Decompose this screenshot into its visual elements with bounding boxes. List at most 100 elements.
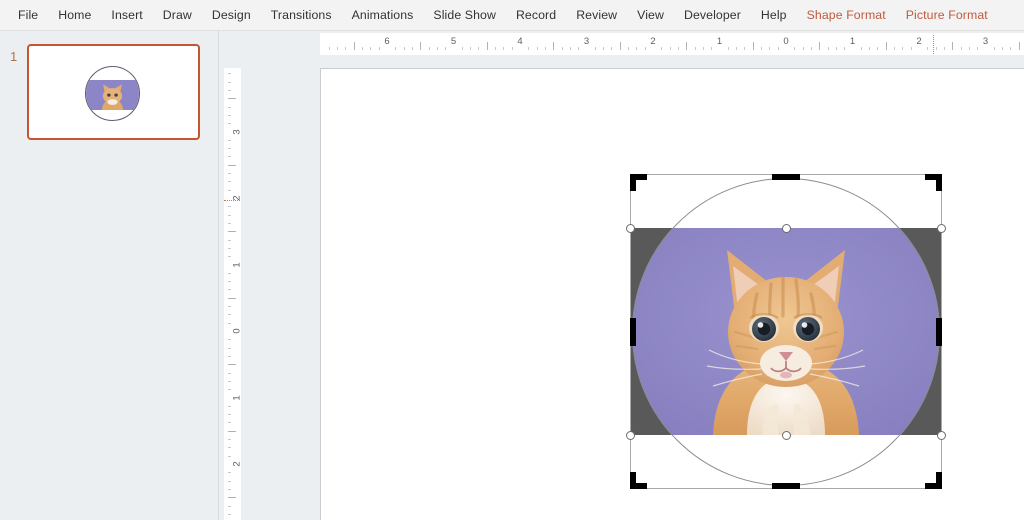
ribbon-tab-shape-format[interactable]: Shape Format	[797, 0, 896, 31]
vruler-tick	[228, 406, 231, 407]
ribbon-tab-insert[interactable]: Insert	[101, 0, 152, 31]
hruler-tick	[620, 42, 621, 50]
vruler-tick	[228, 298, 236, 299]
hruler-tick	[794, 47, 795, 50]
slide-thumbnail-1[interactable]: 1	[0, 44, 218, 144]
vruler-tick	[228, 314, 231, 315]
hruler-tick	[911, 47, 912, 50]
slide-thumbnail-frame[interactable]	[27, 44, 200, 140]
ribbon-tab-help[interactable]: Help	[751, 0, 797, 31]
crop-handle-middle-right[interactable]	[936, 318, 942, 346]
hruler-tick	[944, 47, 945, 50]
crop-handle-bottom-center[interactable]	[772, 483, 800, 489]
hruler-tick	[562, 47, 563, 50]
vruler-tick	[228, 431, 236, 432]
ribbon-tab-view[interactable]: View	[627, 0, 674, 31]
vruler-label-0: 3	[232, 126, 242, 138]
ribbon-tab-review[interactable]: Review	[566, 0, 627, 31]
crop-handle-top-right[interactable]	[925, 174, 942, 191]
sizing-handle-top-center[interactable]	[782, 224, 791, 233]
hruler-tick	[961, 47, 962, 50]
sizing-handle-bottom-center[interactable]	[782, 431, 791, 440]
hruler-object-marker	[933, 35, 935, 54]
hruler-tick	[345, 47, 346, 50]
vruler-tick	[228, 90, 231, 91]
vruler-tick	[228, 223, 231, 224]
hruler-label-7: 1	[849, 36, 856, 47]
ribbon-tab-animations[interactable]: Animations	[342, 0, 424, 31]
slide-canvas[interactable]	[320, 68, 1024, 520]
vruler-tick	[228, 422, 231, 423]
sizing-handle-bottom-right[interactable]	[937, 431, 946, 440]
vruler-tick	[228, 156, 231, 157]
crop-handle-top-center[interactable]	[772, 174, 800, 180]
horizontal-ruler[interactable]: 6 5 4 3 2 1 0 1 2 3	[320, 33, 1024, 55]
sizing-handle-bottom-left[interactable]	[626, 431, 635, 440]
hruler-tick	[528, 47, 529, 50]
vruler-tick	[228, 381, 231, 382]
hruler-tick	[437, 47, 438, 50]
hruler-tick	[977, 47, 978, 50]
hruler-tick	[828, 47, 829, 50]
vruler-tick	[228, 514, 231, 515]
vruler-tick	[228, 447, 231, 448]
hruler-tick	[628, 47, 629, 50]
vruler-tick	[228, 439, 231, 440]
slide-thumbnail-panel[interactable]: 1	[0, 31, 218, 520]
vruler-tick	[228, 414, 231, 415]
hruler-tick	[869, 47, 870, 50]
hruler-tick	[711, 47, 712, 50]
hruler-tick	[420, 42, 421, 50]
hruler-tick	[478, 47, 479, 50]
crop-handle-top-left[interactable]	[630, 174, 647, 191]
picture-selection-group[interactable]	[626, 174, 946, 489]
vruler-tick	[228, 356, 231, 357]
hruler-tick	[553, 42, 554, 50]
hruler-tick	[329, 47, 330, 50]
ribbon-tab-slide-show[interactable]: Slide Show	[423, 0, 506, 31]
hruler-tick	[736, 47, 737, 50]
hruler-label-5: 1	[716, 36, 723, 47]
ribbon-tab-draw[interactable]: Draw	[153, 0, 202, 31]
hruler-tick	[503, 47, 504, 50]
hruler-tick	[695, 47, 696, 50]
hruler-tick	[877, 47, 878, 50]
hruler-tick	[744, 47, 745, 50]
sizing-handle-top-left[interactable]	[626, 224, 635, 233]
hruler-tick	[337, 47, 338, 50]
crop-handle-bottom-left[interactable]	[630, 472, 647, 489]
vruler-tick	[228, 323, 231, 324]
vruler-tick	[228, 481, 231, 482]
ribbon-tab-picture-format[interactable]: Picture Format	[896, 0, 998, 31]
vruler-tick	[228, 489, 231, 490]
ribbon-tab-bar: File Home Insert Draw Design Transitions Anima…	[0, 0, 1024, 31]
hruler-label-1: 5	[450, 36, 457, 47]
crop-handle-middle-left[interactable]	[630, 318, 636, 346]
ribbon-tab-transitions[interactable]: Transitions	[261, 0, 342, 31]
vruler-tick	[228, 190, 231, 191]
vruler-tick	[228, 273, 231, 274]
vruler-tick	[228, 173, 231, 174]
hruler-tick	[595, 47, 596, 50]
hruler-tick	[487, 42, 488, 50]
vruler-label-4: 1	[232, 392, 242, 404]
ribbon-tab-design[interactable]: Design	[202, 0, 261, 31]
vruler-tick	[228, 215, 231, 216]
hruler-tick	[678, 47, 679, 50]
ribbon-tab-record[interactable]: Record	[506, 0, 566, 31]
hruler-tick	[894, 47, 895, 50]
ribbon-tab-developer[interactable]: Developer	[674, 0, 751, 31]
hruler-tick	[661, 47, 662, 50]
hruler-tick	[412, 47, 413, 50]
sizing-handle-top-right[interactable]	[937, 224, 946, 233]
vertical-ruler[interactable]: 3 2 1 0 1 2	[224, 68, 241, 520]
ribbon-tab-file[interactable]: File	[0, 0, 48, 31]
vruler-tick	[228, 497, 236, 498]
hruler-tick	[470, 47, 471, 50]
crop-handle-bottom-right[interactable]	[925, 472, 942, 489]
ribbon-tab-home[interactable]: Home	[48, 0, 101, 31]
hruler-tick	[370, 47, 371, 50]
hruler-tick	[636, 47, 637, 50]
hruler-tick	[462, 47, 463, 50]
hruler-tick	[969, 47, 970, 50]
